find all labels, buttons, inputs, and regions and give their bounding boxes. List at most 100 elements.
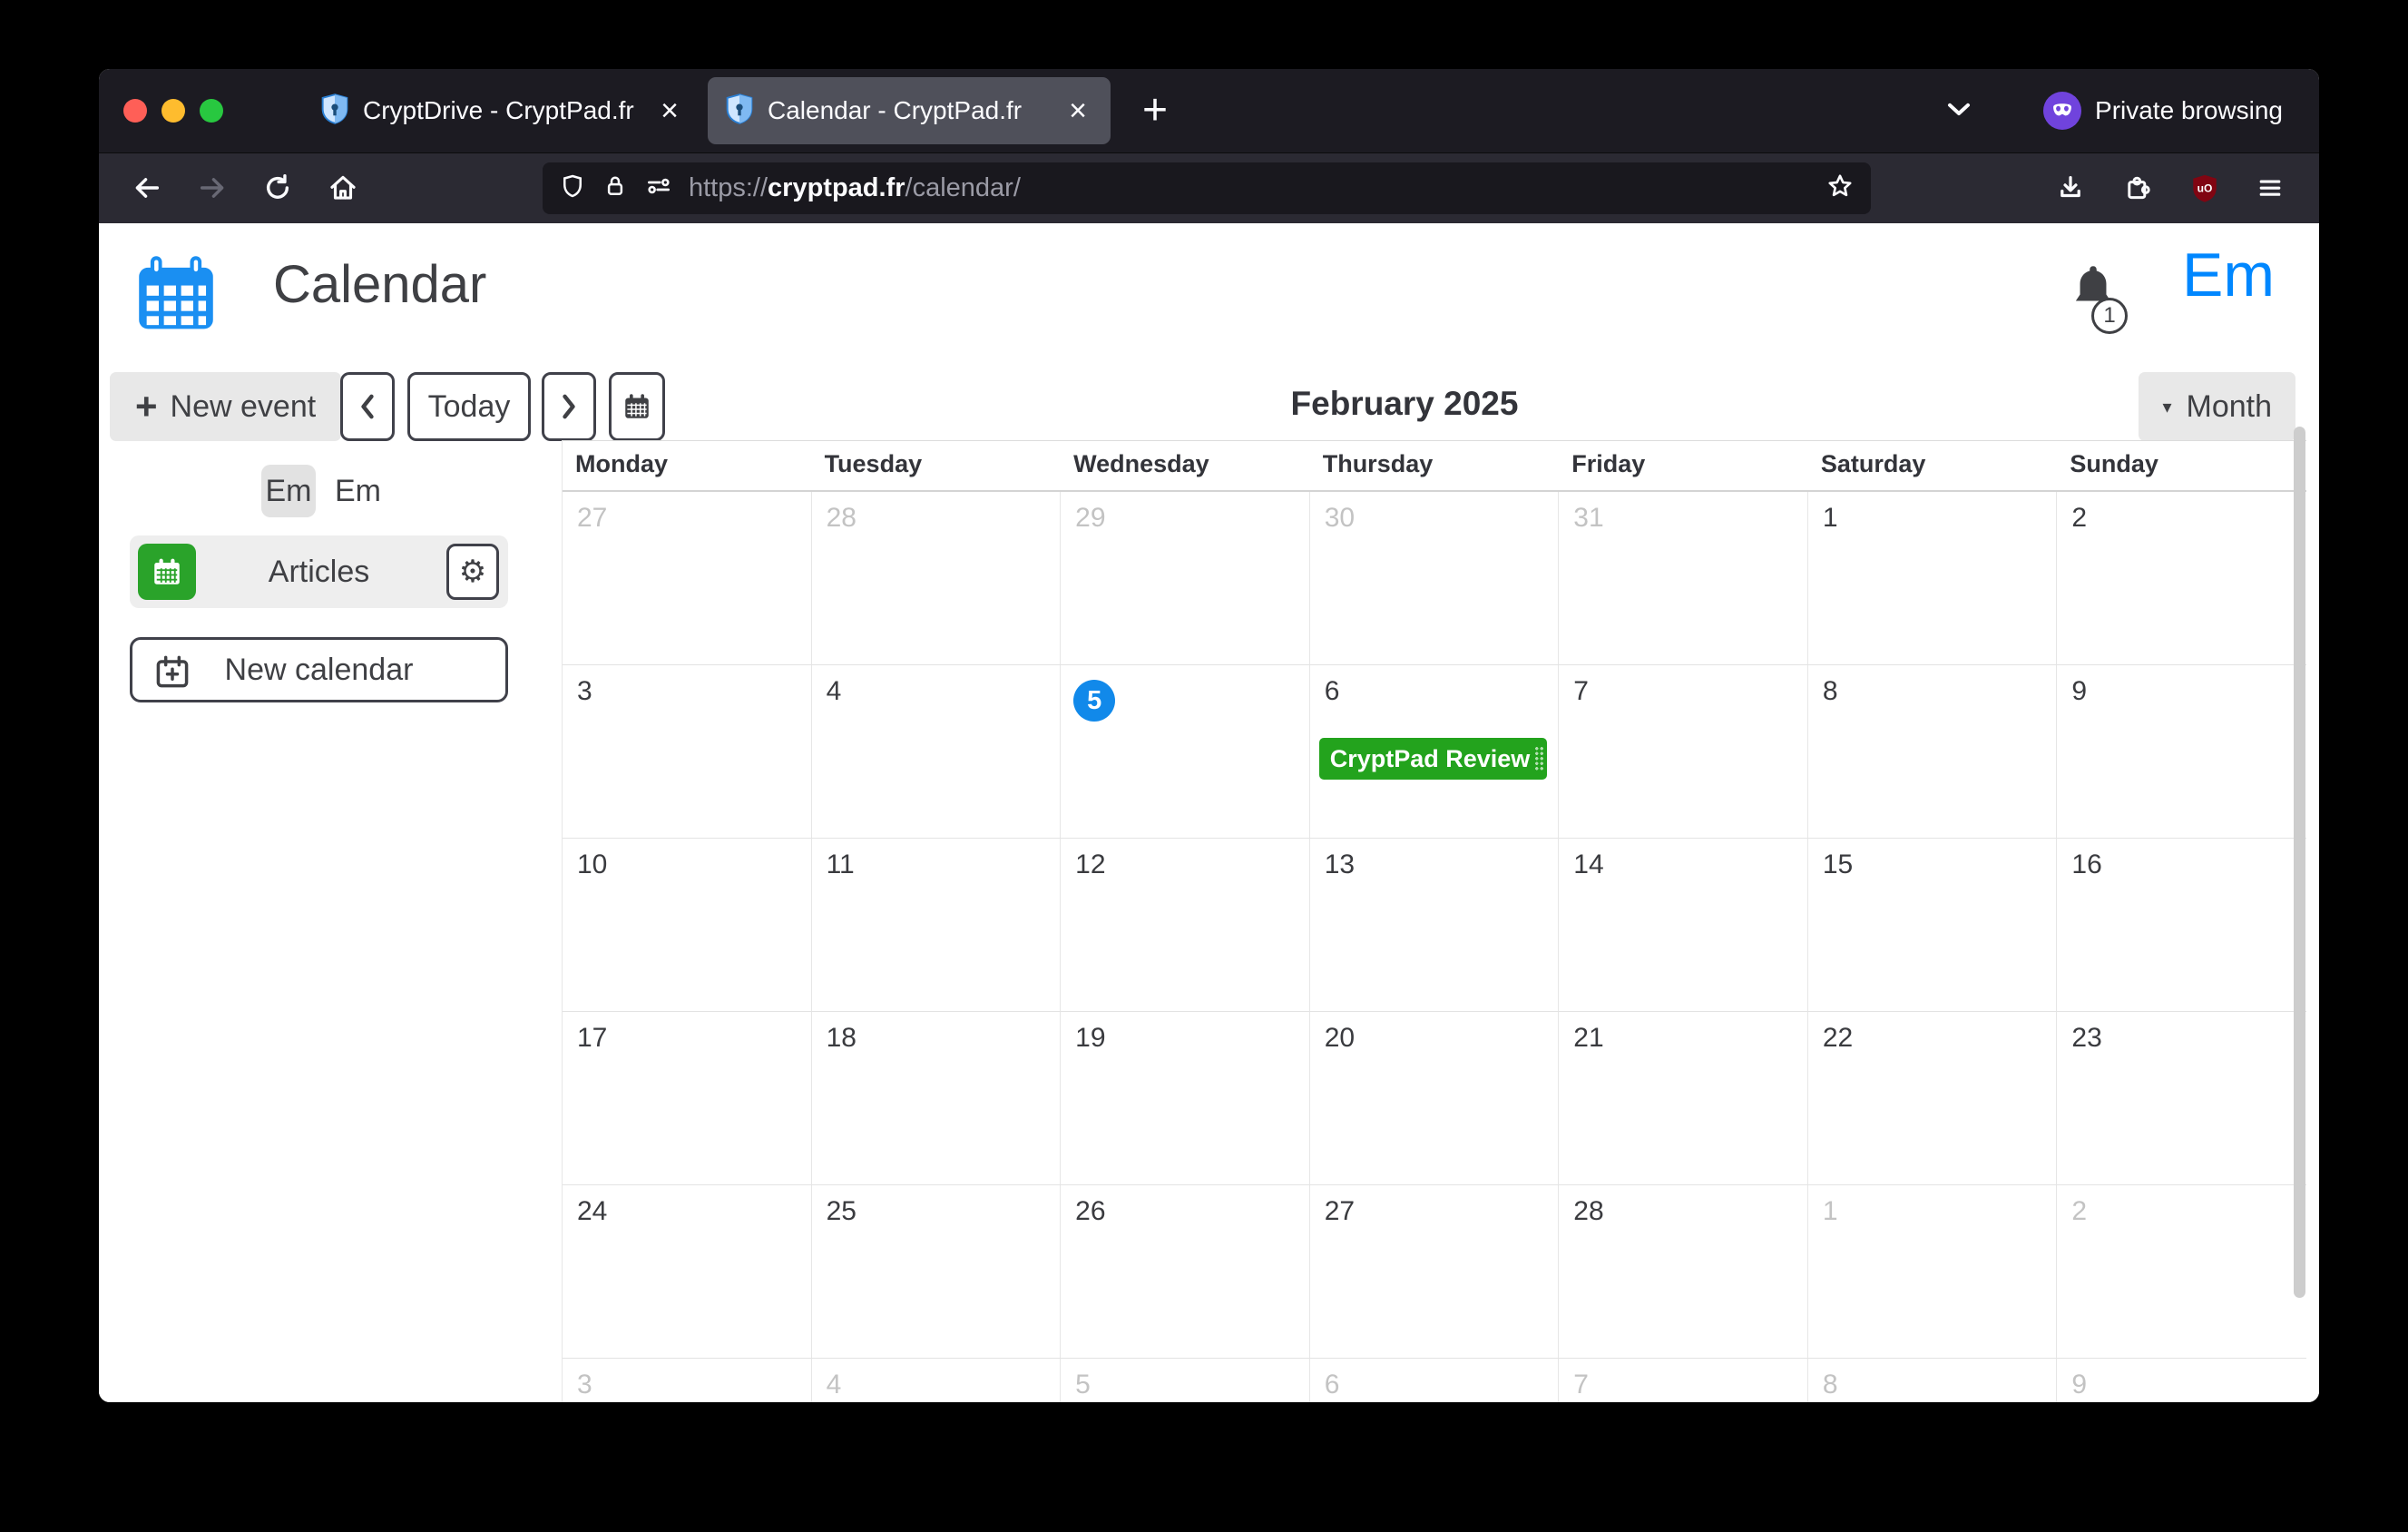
cryptpad-shield-favicon — [726, 93, 753, 129]
calendar-cell[interactable]: 19 — [1061, 1012, 1310, 1185]
calendar-cell[interactable]: 1 — [1808, 492, 2058, 665]
window-minimize-button[interactable] — [162, 99, 185, 123]
calendar-cell[interactable]: 5 — [1061, 665, 1310, 839]
date-label: 16 — [2071, 849, 2101, 879]
calendar-cell[interactable]: 17 — [563, 1012, 812, 1185]
forward-button[interactable] — [190, 165, 235, 211]
date-label: 30 — [1325, 503, 1355, 533]
tab-cryptdrive[interactable]: CryptDrive - CryptPad.fr × — [303, 77, 702, 144]
calendar-cell[interactable]: 4 — [812, 665, 1062, 839]
calendar-cell[interactable]: 9 — [2057, 1359, 2306, 1402]
calendar-cell[interactable]: 25 — [812, 1185, 1062, 1359]
calendar-cell[interactable]: 2 — [2057, 492, 2306, 665]
date-label: 14 — [1573, 849, 1603, 879]
today-button[interactable]: Today — [407, 372, 531, 441]
calendar-cell[interactable]: 23 — [2057, 1012, 2306, 1185]
calendar-cell[interactable]: 6CryptPad Review — [1310, 665, 1560, 839]
calendar-cell[interactable]: 6 — [1310, 1359, 1560, 1402]
date-label: 1 — [1823, 503, 1838, 533]
calendar-cell[interactable]: 24 — [563, 1185, 812, 1359]
extensions-puzzle-icon[interactable] — [2115, 165, 2160, 211]
new-tab-button[interactable]: + — [1142, 85, 1168, 135]
calendar-cell[interactable]: 30 — [1310, 492, 1560, 665]
cryptpad-shield-favicon — [321, 93, 348, 129]
next-month-button[interactable] — [542, 372, 596, 441]
tab-close-icon[interactable]: × — [655, 95, 684, 126]
event-drag-handle[interactable] — [1534, 746, 1544, 771]
calendar-cell[interactable]: 12 — [1061, 839, 1310, 1012]
ublock-origin-icon[interactable]: uO — [2182, 165, 2227, 211]
new-event-label: New event — [171, 389, 317, 425]
view-label: Month — [2187, 389, 2273, 425]
home-button[interactable] — [320, 165, 366, 211]
calendar-cell[interactable]: 3 — [563, 665, 812, 839]
calendar-cell[interactable]: 7 — [1559, 665, 1808, 839]
private-mask-icon — [2043, 92, 2081, 130]
user-menu[interactable]: Em — [2182, 240, 2275, 310]
calendar-cell[interactable]: 14 — [1559, 839, 1808, 1012]
calendar-cell[interactable]: 31 — [1559, 492, 1808, 665]
date-label: 23 — [2071, 1023, 2101, 1053]
previous-month-button[interactable] — [340, 372, 395, 441]
url-bar[interactable]: https://cryptpad.fr/calendar/ — [543, 162, 1871, 214]
calendar-cell[interactable]: 8 — [1808, 665, 2058, 839]
private-browsing-label: Private browsing — [2095, 96, 2283, 125]
tab-close-icon[interactable]: × — [1063, 95, 1092, 126]
calendar-cell[interactable]: 8 — [1808, 1359, 2058, 1402]
calendar-cell[interactable]: 22 — [1808, 1012, 2058, 1185]
calendar-cell[interactable]: 27 — [563, 492, 812, 665]
back-button[interactable] — [124, 165, 170, 211]
bookmark-star-icon[interactable] — [1826, 172, 1855, 205]
window-zoom-button[interactable] — [200, 99, 223, 123]
calendar-cell[interactable]: 29 — [1061, 492, 1310, 665]
calendar-cell[interactable]: 9 — [2057, 665, 2306, 839]
calendar-cell[interactable]: 18 — [812, 1012, 1062, 1185]
calendar-cell[interactable]: 1 — [1808, 1185, 2058, 1359]
reload-button[interactable] — [255, 165, 300, 211]
date-picker-button[interactable] — [609, 372, 665, 441]
calendar-cell[interactable]: 4 — [812, 1359, 1062, 1402]
tab-list-chevron-icon[interactable] — [1941, 91, 1977, 132]
tab-bar: CryptDrive - CryptPad.fr × Calendar - Cr… — [99, 69, 2319, 152]
url-path: /calendar/ — [905, 173, 1021, 202]
tab-calendar-active[interactable]: Calendar - CryptPad.fr × — [708, 77, 1111, 144]
calendar-month-grid: Monday Tuesday Wednesday Thursday Friday… — [562, 440, 2306, 1402]
date-label: 19 — [1075, 1023, 1105, 1053]
notifications-button[interactable]: 1 — [2068, 261, 2140, 339]
calendar-cell[interactable]: 26 — [1061, 1185, 1310, 1359]
new-calendar-label: New calendar — [132, 640, 505, 700]
new-event-button[interactable]: + New event — [110, 372, 341, 441]
page-scrollbar-thumb[interactable] — [2294, 427, 2305, 1298]
new-calendar-button[interactable]: New calendar — [130, 637, 508, 702]
tracking-protection-shield-icon[interactable] — [559, 172, 586, 204]
calendar-app-icon[interactable] — [135, 252, 217, 339]
calendar-cell[interactable]: 11 — [812, 839, 1062, 1012]
menu-hamburger-icon[interactable] — [2247, 165, 2293, 211]
event-chip[interactable]: CryptPad Review — [1319, 738, 1548, 780]
calendar-settings-button[interactable]: ⚙ — [446, 544, 499, 600]
date-label: 6 — [1325, 1370, 1340, 1399]
cryptpad-calendar-page: Calendar 1 Em + New event Today February… — [99, 223, 2319, 1402]
calendar-cell[interactable]: 5 — [1061, 1359, 1310, 1402]
calendar-cell[interactable]: 21 — [1559, 1012, 1808, 1185]
calendar-cell[interactable]: 15 — [1808, 839, 2058, 1012]
permissions-icon[interactable] — [644, 172, 673, 205]
view-selector-dropdown[interactable]: ▾ Month — [2139, 372, 2295, 441]
calendar-cell[interactable]: 28 — [812, 492, 1062, 665]
calendar-cell[interactable]: 28 — [1559, 1185, 1808, 1359]
calendar-cell[interactable]: 20 — [1310, 1012, 1560, 1185]
calendar-cell[interactable]: 3 — [563, 1359, 812, 1402]
sidebar-user-avatar[interactable]: Em — [261, 465, 316, 517]
lock-icon[interactable] — [602, 172, 629, 204]
weekday-label: Monday — [563, 441, 812, 490]
calendar-cell[interactable]: 10 — [563, 839, 812, 1012]
calendar-cell[interactable]: 7 — [1559, 1359, 1808, 1402]
calendar-cell[interactable]: 13 — [1310, 839, 1560, 1012]
window-close-button[interactable] — [123, 99, 147, 123]
date-label: 2 — [2071, 503, 2087, 533]
calendar-cell[interactable]: 16 — [2057, 839, 2306, 1012]
sidebar-calendar-articles[interactable]: Articles ⚙ — [130, 535, 508, 608]
downloads-icon[interactable] — [2048, 165, 2093, 211]
calendar-cell[interactable]: 27 — [1310, 1185, 1560, 1359]
calendar-cell[interactable]: 2 — [2057, 1185, 2306, 1359]
